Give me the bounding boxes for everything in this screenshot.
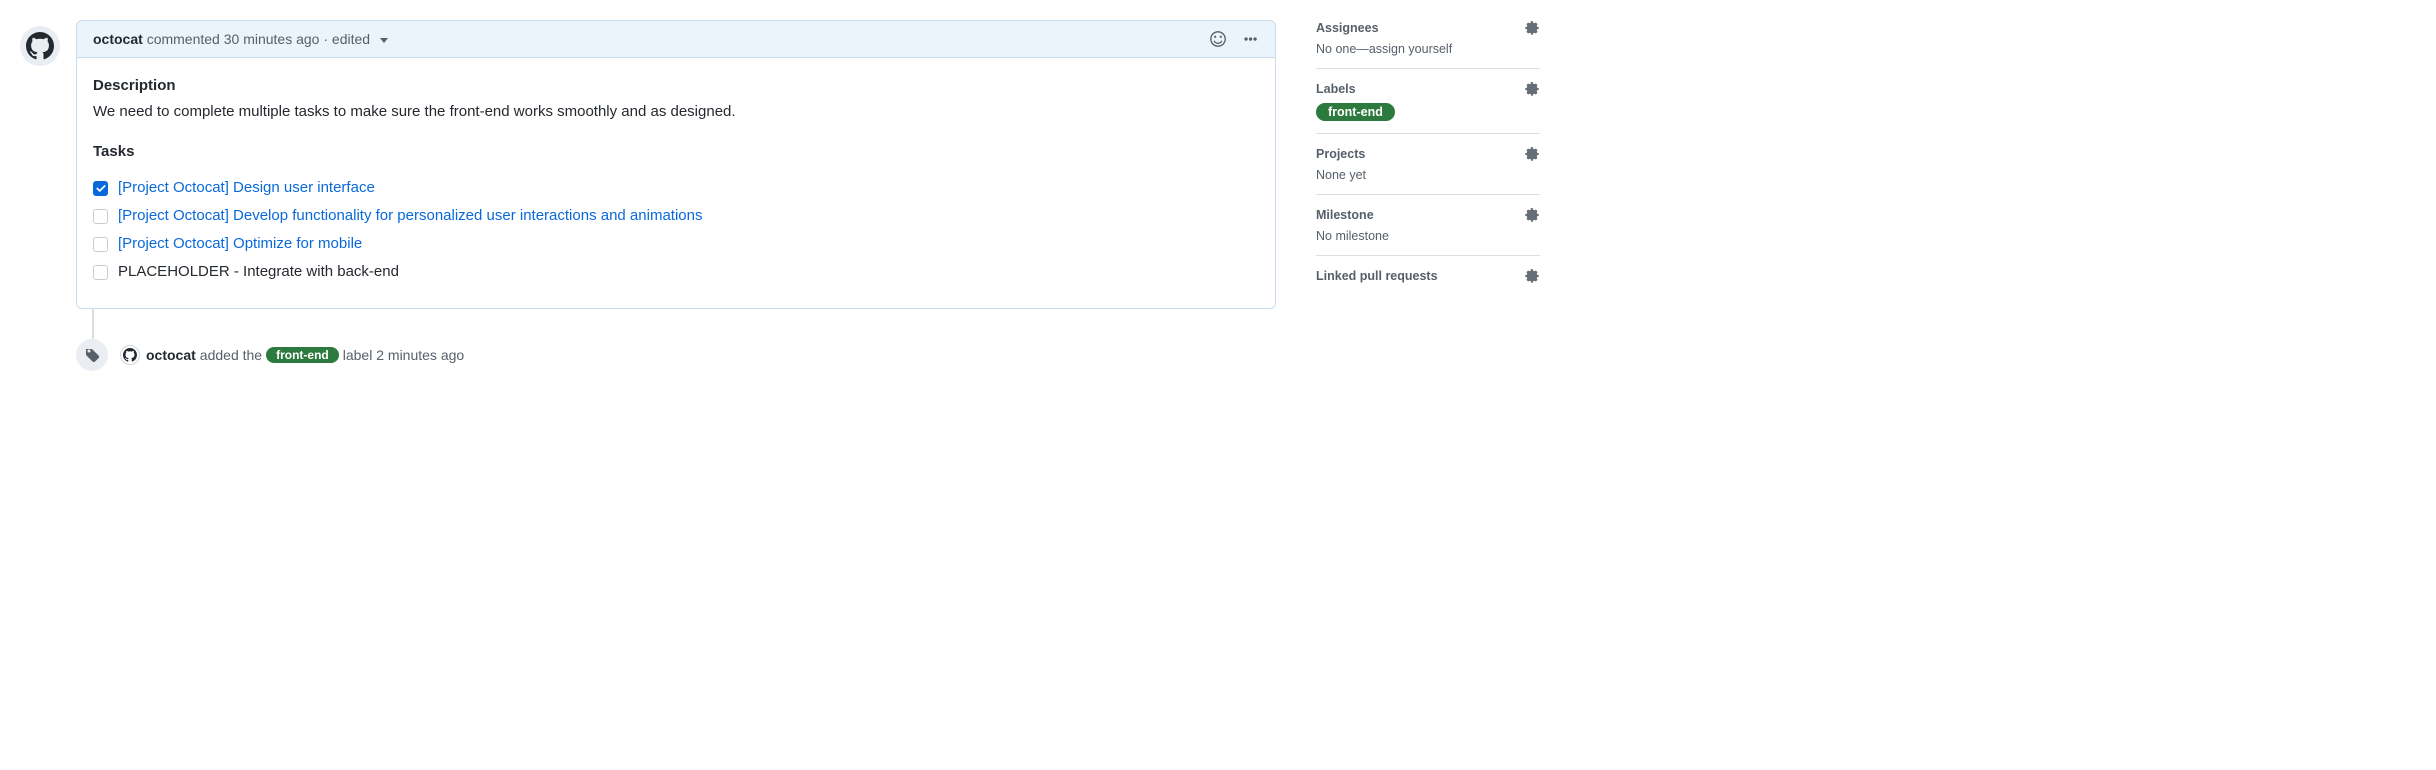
avatar[interactable] bbox=[20, 26, 60, 66]
task-item: [Project Octocat] Design user interface bbox=[93, 176, 1259, 200]
sidebar-projects: Projects None yet bbox=[1316, 134, 1540, 195]
projects-value: None yet bbox=[1316, 168, 1540, 182]
sidebar-milestone: Milestone No milestone bbox=[1316, 195, 1540, 256]
edited-dropdown[interactable]: edited bbox=[332, 31, 388, 47]
task-text: PLACEHOLDER - Integrate with back-end bbox=[118, 260, 399, 284]
task-checkbox[interactable] bbox=[93, 181, 108, 196]
gear-icon[interactable] bbox=[1524, 207, 1540, 223]
event-timestamp[interactable]: 2 minutes ago bbox=[376, 347, 464, 363]
event-label-badge[interactable]: front-end bbox=[266, 347, 339, 363]
description-text: We need to complete multiple tasks to ma… bbox=[93, 100, 1259, 124]
tasks-heading: Tasks bbox=[93, 140, 1259, 164]
task-link[interactable]: [Project Octocat] Develop functionality … bbox=[118, 204, 702, 228]
comment-author[interactable]: octocat bbox=[93, 31, 143, 47]
sidebar-labels: Labels front-end bbox=[1316, 69, 1540, 134]
emoji-react-button[interactable] bbox=[1209, 30, 1227, 48]
small-avatar[interactable] bbox=[120, 345, 140, 365]
sidebar-linked-prs: Linked pull requests bbox=[1316, 256, 1540, 302]
task-checkbox[interactable] bbox=[93, 209, 108, 224]
tag-icon bbox=[76, 339, 108, 371]
sidebar-label-badge[interactable]: front-end bbox=[1316, 103, 1395, 121]
description-heading: Description bbox=[93, 74, 1259, 98]
event-action-prefix: added the bbox=[200, 347, 262, 363]
gear-icon[interactable] bbox=[1524, 20, 1540, 36]
gear-icon[interactable] bbox=[1524, 268, 1540, 284]
comment-header: octocat commented 30 minutes ago · edite… bbox=[77, 21, 1275, 58]
task-checkbox[interactable] bbox=[93, 237, 108, 252]
task-item: PLACEHOLDER - Integrate with back-end bbox=[93, 260, 1259, 284]
gear-icon[interactable] bbox=[1524, 81, 1540, 97]
event-author[interactable]: octocat bbox=[146, 347, 196, 363]
labels-title: Labels bbox=[1316, 82, 1356, 96]
task-list: [Project Octocat] Design user interface [… bbox=[93, 176, 1259, 284]
task-item: [Project Octocat] Optimize for mobile bbox=[93, 232, 1259, 256]
chevron-down-icon bbox=[380, 38, 388, 43]
linked-prs-title: Linked pull requests bbox=[1316, 269, 1438, 283]
kebab-menu-button[interactable] bbox=[1241, 30, 1259, 48]
comment-box: octocat commented 30 minutes ago · edite… bbox=[76, 20, 1276, 309]
milestone-title: Milestone bbox=[1316, 208, 1374, 222]
milestone-value: No milestone bbox=[1316, 229, 1540, 243]
task-link[interactable]: [Project Octocat] Design user interface bbox=[118, 176, 375, 200]
timeline-event: octocat added the front-end label 2 minu… bbox=[76, 339, 1276, 371]
task-item: [Project Octocat] Develop functionality … bbox=[93, 204, 1259, 228]
dot-separator: · bbox=[323, 31, 328, 47]
assignees-title: Assignees bbox=[1316, 21, 1379, 35]
comment-timestamp[interactable]: 30 minutes ago bbox=[224, 31, 320, 47]
assign-yourself-link[interactable]: assign yourself bbox=[1369, 42, 1452, 56]
gear-icon[interactable] bbox=[1524, 146, 1540, 162]
commented-label: commented bbox=[147, 31, 220, 47]
assignees-none-text: No one— bbox=[1316, 42, 1369, 56]
event-action-suffix: label bbox=[343, 347, 373, 363]
comment-body: Description We need to complete multiple… bbox=[77, 58, 1275, 308]
projects-title: Projects bbox=[1316, 147, 1365, 161]
sidebar-assignees: Assignees No one—assign yourself bbox=[1316, 20, 1540, 69]
task-checkbox[interactable] bbox=[93, 265, 108, 280]
task-link[interactable]: [Project Octocat] Optimize for mobile bbox=[118, 232, 362, 256]
